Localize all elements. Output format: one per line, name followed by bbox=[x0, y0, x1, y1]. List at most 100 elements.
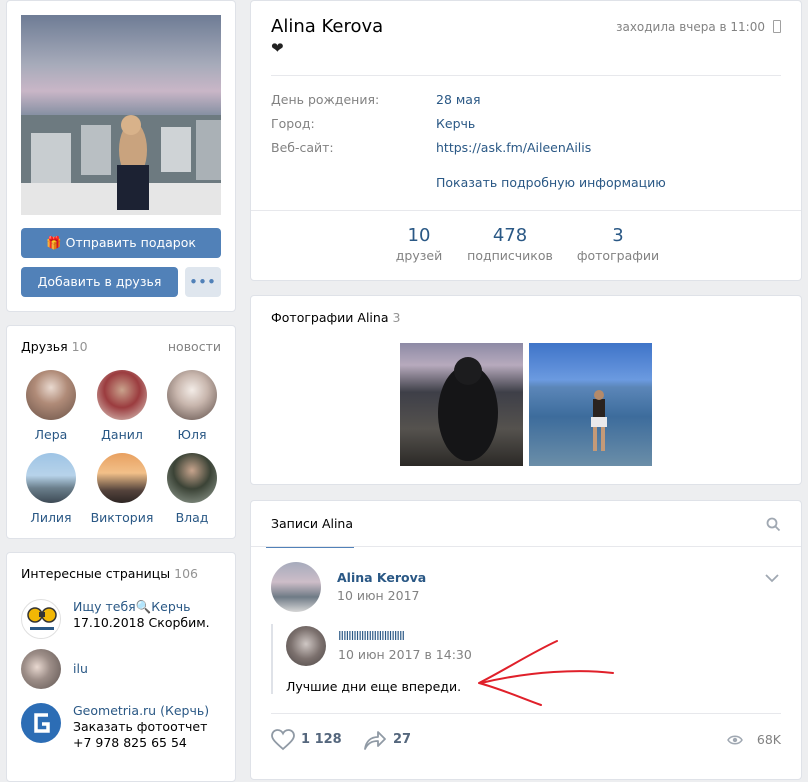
pages-title-label: Интересные страницы bbox=[21, 566, 171, 581]
views-count: 68K bbox=[756, 732, 781, 747]
divider bbox=[271, 713, 781, 714]
page-name: Geometria.ru (Керчь) bbox=[73, 703, 210, 718]
page-item[interactable]: Ищу тебя🔍Керчь 17.10.2018 Скорбим. bbox=[21, 599, 231, 643]
photo-image bbox=[591, 390, 607, 451]
profile-photo[interactable] bbox=[21, 15, 221, 215]
last-seen: заходила вчера в 11:00 bbox=[616, 20, 765, 34]
photos-title[interactable]: Фотографии Alina 3 bbox=[271, 310, 400, 325]
counter-label: фотографии bbox=[576, 248, 660, 263]
counter-value: 3 bbox=[612, 225, 624, 246]
friends-title[interactable]: Друзья 10 bbox=[21, 339, 88, 354]
friends-title-label: Друзья bbox=[21, 339, 68, 354]
more-actions-button[interactable]: ••• bbox=[185, 267, 221, 297]
counter-photos[interactable]: 3 фотографии bbox=[568, 225, 668, 263]
divider bbox=[251, 546, 801, 547]
page-item[interactable]: ilu bbox=[21, 649, 231, 693]
friend-item[interactable]: Лера bbox=[15, 370, 87, 442]
eye-icon bbox=[727, 735, 743, 745]
friend-avatar bbox=[167, 453, 217, 503]
post-date[interactable]: 10 июн 2017 bbox=[337, 588, 419, 603]
photo-thumbnail[interactable] bbox=[400, 343, 523, 466]
page-item[interactable]: Geometria.ru (Керчь) Заказать фотоотчет … bbox=[21, 703, 231, 763]
pages-card: Интересные страницы 106 Ищу тебя🔍Керчь 17… bbox=[6, 552, 236, 782]
info-value[interactable]: 28 мая bbox=[436, 92, 481, 107]
repost-bar bbox=[271, 624, 273, 694]
counter-value: 478 bbox=[492, 225, 528, 246]
friend-item[interactable]: Лилия bbox=[15, 453, 87, 525]
profile-photo-image bbox=[21, 115, 221, 215]
friends-news-link[interactable]: новости bbox=[168, 339, 221, 354]
photos-count: 3 bbox=[392, 310, 401, 325]
friend-avatar bbox=[26, 370, 76, 420]
photos-title-label: Фотографии Alina bbox=[271, 310, 389, 325]
heart-icon: ❤ bbox=[271, 39, 284, 57]
avatar-card: 🎁 Отправить подарок Добавить в друзья ••… bbox=[6, 0, 236, 312]
mobile-icon bbox=[773, 20, 781, 33]
like-count: 1 128 bbox=[301, 732, 342, 747]
post-text: Лучшие дни еще впереди. bbox=[286, 679, 462, 694]
counter-label: друзей bbox=[395, 248, 443, 263]
friends-count: 10 bbox=[71, 339, 88, 354]
friend-name: Юля bbox=[177, 427, 207, 442]
post-author-avatar[interactable] bbox=[271, 562, 321, 612]
repost-author-avatar[interactable] bbox=[286, 626, 326, 666]
divider bbox=[271, 75, 781, 76]
page-subtitle: Заказать фотоотчет +7 978 825 65 54 bbox=[73, 719, 208, 750]
repost-author-name[interactable]: IIIIIIIIIIIIIIIIIIIIIIIIII bbox=[338, 629, 405, 643]
wall-card: Записи Alina Alina Kerova 10 июн 2017 II… bbox=[250, 500, 802, 780]
post-author-name[interactable]: Alina Kerova bbox=[337, 570, 426, 585]
pages-title[interactable]: Интересные страницы 106 bbox=[21, 566, 198, 581]
counter-label: подписчиков bbox=[467, 248, 553, 263]
friend-avatar bbox=[97, 370, 147, 420]
counter-value: 10 bbox=[407, 225, 431, 246]
photos-card: Фотографии Alina 3 bbox=[250, 295, 802, 485]
friend-item[interactable]: Влад bbox=[156, 453, 228, 525]
friend-item[interactable]: Виктория bbox=[86, 453, 158, 525]
page-avatar bbox=[21, 599, 61, 639]
friend-item[interactable]: Данил bbox=[86, 370, 158, 442]
add-friend-button[interactable]: Добавить в друзья bbox=[21, 267, 178, 297]
friend-name: Данил bbox=[101, 427, 143, 442]
profile-card: Alina Kerova ❤ заходила вчера в 11:00 Де… bbox=[250, 0, 802, 281]
counter-friends[interactable]: 10 друзей bbox=[369, 225, 469, 263]
annotation-arrow bbox=[478, 640, 614, 706]
send-gift-label: Отправить подарок bbox=[65, 235, 196, 250]
profile-name: Alina Kerova bbox=[271, 16, 384, 37]
send-gift-button[interactable]: 🎁 Отправить подарок bbox=[21, 228, 221, 258]
info-value[interactable]: Керчь bbox=[436, 116, 475, 131]
info-label: Веб-сайт: bbox=[271, 140, 334, 155]
binoculars-icon bbox=[27, 607, 57, 630]
friend-avatar bbox=[97, 453, 147, 503]
repost-date[interactable]: 10 июн 2017 в 14:30 bbox=[338, 647, 472, 662]
page-name: ilu bbox=[73, 661, 88, 676]
heart-outline-icon bbox=[271, 729, 295, 751]
photo-thumbnail[interactable] bbox=[529, 343, 652, 466]
share-arrow-icon bbox=[364, 731, 386, 750]
share-count: 27 bbox=[393, 732, 412, 747]
page-name: Ищу тебя🔍Керчь bbox=[73, 599, 191, 614]
friends-card: Друзья 10 новости Лера Данил Юля Лилия Ви… bbox=[6, 325, 236, 539]
divider bbox=[251, 210, 801, 211]
friend-item[interactable]: Юля bbox=[156, 370, 228, 442]
geometria-logo-icon bbox=[34, 713, 50, 733]
page-avatar bbox=[21, 703, 61, 743]
tab-wall-posts[interactable]: Записи Alina bbox=[266, 501, 354, 548]
friend-name: Влад bbox=[175, 510, 209, 525]
views-counter: 68K bbox=[721, 732, 781, 748]
friend-name: Лилия bbox=[30, 510, 72, 525]
friend-avatar bbox=[26, 453, 76, 503]
show-more-info-link[interactable]: Показать подробную информацию bbox=[436, 175, 666, 190]
photo-image bbox=[438, 357, 498, 461]
friend-avatar bbox=[167, 370, 217, 420]
counter-followers[interactable]: 478 подписчиков bbox=[460, 225, 560, 263]
pages-count: 106 bbox=[174, 566, 198, 581]
tab-wall-posts-label: Записи Alina bbox=[271, 516, 354, 531]
search-icon[interactable] bbox=[766, 517, 781, 532]
chevron-down-icon[interactable] bbox=[765, 574, 779, 583]
info-value[interactable]: https://ask.fm/AileenAilis bbox=[436, 140, 591, 155]
friend-name: Лера bbox=[34, 427, 68, 442]
info-label: Город: bbox=[271, 116, 315, 131]
page-subtitle: 17.10.2018 Скорбим. bbox=[73, 615, 210, 630]
friend-name: Виктория bbox=[90, 510, 154, 525]
info-label: День рождения: bbox=[271, 92, 380, 107]
